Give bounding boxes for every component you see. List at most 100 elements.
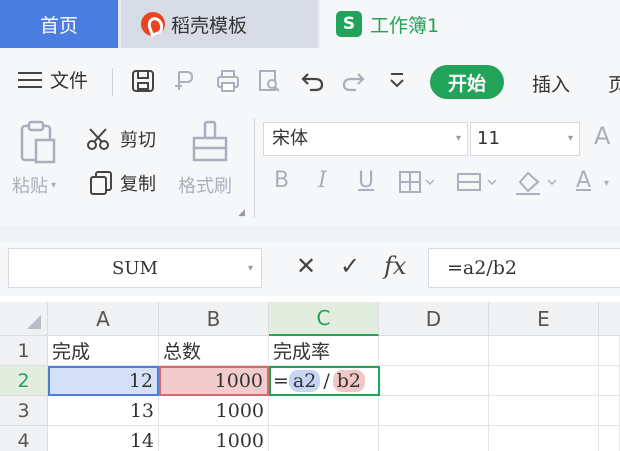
cell-b1[interactable]: 总数 [159, 336, 269, 366]
name-box-dropdown-icon: ▾ [247, 263, 253, 274]
scissors-icon [87, 128, 109, 150]
tab-page-layout-label: 页 [608, 74, 620, 96]
docer-logo-icon [141, 12, 165, 36]
cell-b2[interactable]: 1000 [159, 366, 269, 396]
bold-icon[interactable]: B [274, 168, 289, 193]
formula-ref-b2: b2 [332, 370, 366, 392]
cell-f1[interactable] [599, 336, 620, 366]
underline-icon[interactable]: U [358, 168, 374, 193]
cell-e3[interactable] [489, 396, 599, 426]
tab-start-label: 开始 [447, 72, 486, 95]
tab-docer-templates[interactable]: 稻壳模板 [121, 0, 318, 48]
column-header-c[interactable]: C [269, 302, 379, 336]
column-header-a[interactable]: A [48, 302, 159, 336]
cut-label: 剪切 [120, 130, 156, 151]
cancel-formula-icon[interactable]: ✕ [296, 252, 316, 280]
paste-dropdown-icon: ▾ [51, 179, 57, 191]
cell-b4[interactable]: 1000 [159, 426, 269, 451]
tab-insert[interactable]: 插入 [532, 70, 570, 97]
row-header-3[interactable]: 3 [0, 396, 48, 426]
name-box[interactable]: SUM ▾ [8, 248, 262, 288]
paste-button[interactable]: 粘贴 ▾ [12, 172, 56, 198]
cell-a2[interactable]: 12 [48, 366, 159, 396]
font-name-select[interactable]: 宋体 ▾ [263, 122, 468, 156]
clipboard-group-expand-icon[interactable]: ◢ [238, 208, 245, 218]
redo-icon[interactable] [340, 68, 366, 94]
save-icon[interactable] [130, 68, 156, 94]
tab-page-layout[interactable]: 页 [608, 70, 620, 97]
cell-e2[interactable] [489, 366, 599, 396]
cell-a1[interactable]: 完成 [48, 336, 159, 366]
spreadsheet-grid: A B C D E 1 2 3 4 完成 总数 完成率 12 1000 = a2… [0, 302, 620, 451]
cell-a4[interactable]: 14 [48, 426, 159, 451]
italic-icon[interactable]: I [318, 168, 327, 193]
fill-color-icon[interactable] [514, 168, 560, 196]
cell-d3[interactable] [379, 396, 489, 426]
tab-docer-label: 稻壳模板 [171, 14, 248, 37]
tab-bar: 首页 稻壳模板 S 工作簿1 [0, 0, 620, 48]
formula-eq: = [273, 370, 289, 392]
select-all-corner[interactable] [0, 302, 48, 336]
menu-bar: 文件 开始 插入 页 [0, 48, 620, 108]
increase-font-icon[interactable]: A [594, 122, 610, 150]
row-header-4[interactable]: 4 [0, 426, 48, 451]
cell-d2[interactable] [380, 366, 489, 396]
file-menu-label: 文件 [50, 70, 89, 92]
row-header-1[interactable]: 1 [0, 336, 48, 366]
font-color-icon[interactable]: A [576, 168, 591, 193]
tab-workbook[interactable]: S 工作簿1 [320, 0, 620, 48]
ribbon: 粘贴 ▾ 剪切 复制 格式刷 ◢ 宋体 ▾ 11 ▾ A B I U A ▾ [0, 108, 620, 226]
file-menu[interactable]: 文件 [18, 66, 88, 93]
formula-bar: SUM ▾ ✕ ✓ fx =a2/b2 [0, 242, 620, 296]
tab-home-label: 首页 [39, 14, 78, 37]
cell-d1[interactable] [379, 336, 489, 366]
paste-icon[interactable] [18, 120, 58, 164]
divider [112, 68, 113, 96]
column-header-d[interactable]: D [379, 302, 489, 336]
formula-input[interactable]: =a2/b2 [428, 248, 620, 288]
copy-button[interactable]: 复制 [88, 170, 156, 196]
column-header-f[interactable] [599, 302, 620, 336]
tab-insert-label: 插入 [532, 74, 571, 96]
cell-e1[interactable] [489, 336, 599, 366]
cell-c4[interactable] [269, 426, 379, 451]
formula-ref-a2: a2 [288, 370, 321, 392]
cell-f2[interactable] [599, 366, 620, 396]
insert-function-icon[interactable]: fx [384, 252, 406, 280]
font-size-select[interactable]: 11 ▾ [470, 122, 580, 156]
format-painter-icon[interactable] [190, 120, 230, 162]
customize-toolbar-chevron-icon[interactable] [384, 68, 410, 94]
cell-c1[interactable]: 完成率 [269, 336, 379, 366]
column-header-b[interactable]: B [159, 302, 269, 336]
borders-icon[interactable] [398, 170, 438, 194]
cell-f3[interactable] [599, 396, 620, 426]
row-header-2[interactable]: 2 [0, 366, 48, 396]
cut-button[interactable]: 剪切 [86, 126, 156, 152]
tab-workbook-label: 工作簿1 [370, 14, 440, 37]
cell-format-icon[interactable] [456, 170, 500, 194]
cell-b3[interactable]: 1000 [159, 396, 269, 426]
cell-c3[interactable] [269, 396, 379, 426]
copy-icon [90, 171, 112, 195]
tab-home[interactable]: 首页 [0, 0, 118, 48]
cell-a3[interactable]: 13 [48, 396, 159, 426]
cell-f4[interactable] [599, 426, 620, 451]
print-preview-icon[interactable] [256, 68, 282, 94]
column-header-e[interactable]: E [489, 302, 599, 336]
font-name-dropdown-icon: ▾ [455, 133, 461, 144]
name-box-value: SUM [112, 257, 158, 279]
format-painter-button[interactable]: 格式刷 [178, 172, 232, 198]
undo-icon[interactable] [300, 68, 326, 94]
format-painter-label: 格式刷 [178, 176, 232, 197]
cell-d4[interactable] [379, 426, 489, 451]
confirm-formula-icon[interactable]: ✓ [340, 252, 360, 280]
cell-e4[interactable] [489, 426, 599, 451]
spreadsheet-logo-icon: S [336, 11, 362, 37]
formula-operator: / [323, 370, 330, 392]
cell-c2-editing[interactable]: = a2 / b2 [269, 366, 380, 396]
paste-label: 粘贴 [12, 176, 48, 197]
output-pdf-icon[interactable] [172, 68, 198, 94]
print-icon[interactable] [215, 68, 241, 94]
tab-start[interactable]: 开始 [430, 65, 504, 99]
font-color-dropdown-icon[interactable]: ▾ [604, 178, 609, 189]
